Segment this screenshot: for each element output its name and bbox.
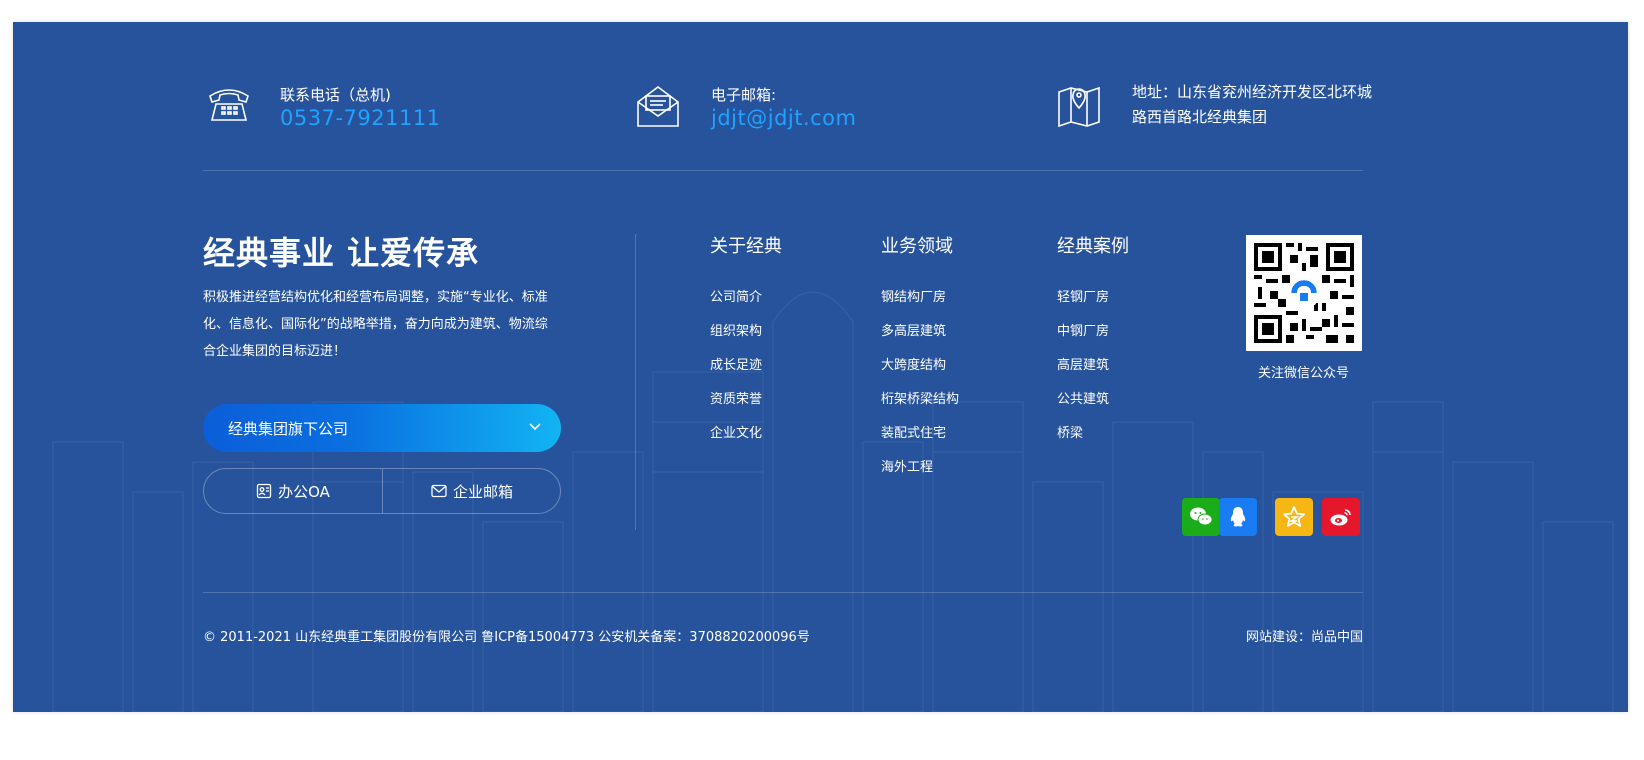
link-public-building[interactable]: 公共建筑 <box>1057 388 1109 407</box>
link-company-profile[interactable]: 公司简介 <box>710 286 762 305</box>
link-column-about: 关于经典 公司简介 组织架构 成长足迹 资质荣誉 企业文化 <box>710 232 782 441</box>
enterprise-mail-label: 企业邮箱 <box>452 482 513 501</box>
address-text: 地址：山东省兖州经济开发区北环城路西首路北经典集团 <box>1132 83 1373 126</box>
qq-button[interactable] <box>1219 498 1257 536</box>
chevron-down-icon <box>529 423 541 431</box>
subsidiary-dropdown[interactable]: 经典集团旗下公司 <box>203 404 561 452</box>
qq-penguin-icon <box>1230 507 1246 527</box>
weibo-button[interactable] <box>1322 498 1360 536</box>
column-title-about: 关于经典 <box>710 236 782 257</box>
link-steel-plant[interactable]: 钢结构厂房 <box>881 286 946 305</box>
phone-number[interactable]: 0537-7921111 <box>280 106 441 130</box>
slogan-heading: 经典事业 让爱传承 <box>203 234 480 272</box>
star-icon <box>1283 506 1305 527</box>
wechat-button[interactable] <box>1182 498 1220 536</box>
link-bridge[interactable]: 桥梁 <box>1057 422 1083 441</box>
link-column-business: 业务领域 钢结构厂房 多高层建筑 大跨度结构 桁架桥梁结构 装配式住宅 海外工程 <box>881 232 959 475</box>
quick-links-bar: 办公OA 企业邮箱 <box>203 468 561 514</box>
enterprise-mail-button[interactable]: 企业邮箱 <box>383 469 561 513</box>
column-title-business: 业务领域 <box>881 236 953 257</box>
link-culture[interactable]: 企业文化 <box>710 422 762 441</box>
link-truss-bridge[interactable]: 桁架桥梁结构 <box>881 388 959 407</box>
weibo-icon <box>1330 509 1351 526</box>
mail-icon <box>431 484 447 498</box>
telephone-icon <box>209 89 249 121</box>
link-high-building[interactable]: 高层建筑 <box>1057 354 1109 373</box>
site-credit-link[interactable]: 网站建设：尚品中国 <box>1246 626 1363 645</box>
link-medium-steel[interactable]: 中钢厂房 <box>1057 320 1109 339</box>
phone-label: 联系电话（总机) <box>280 86 391 104</box>
link-column-cases: 经典案例 轻钢厂房 中钢厂房 高层建筑 公共建筑 桥梁 <box>1057 232 1129 441</box>
copyright-text: © 2011-2021 山东经典重工集团股份有限公司 鲁ICP备15004773… <box>203 630 810 645</box>
id-card-icon <box>256 483 272 499</box>
map-pin-icon <box>1058 86 1100 128</box>
envelope-icon <box>637 86 679 127</box>
qr-caption: 关注微信公众号 <box>1258 366 1350 381</box>
link-high-rise[interactable]: 多高层建筑 <box>881 320 946 339</box>
link-long-span[interactable]: 大跨度结构 <box>881 354 946 373</box>
link-overseas[interactable]: 海外工程 <box>881 456 933 475</box>
email-address[interactable]: jdjt@jdjt.com <box>711 106 857 130</box>
contact-divider <box>203 170 1363 171</box>
bottom-divider <box>203 592 1363 593</box>
favorite-button[interactable] <box>1275 498 1313 536</box>
link-history[interactable]: 成长足迹 <box>710 354 762 373</box>
company-description: 积极推进经营结构优化和经营布局调整，实施“专业化、标准化、信息化、国际化”的战略… <box>203 290 548 359</box>
link-light-steel[interactable]: 轻钢厂房 <box>1057 286 1109 305</box>
wechat-qr-code <box>1246 235 1362 351</box>
site-footer: 联系电话（总机) 0537-7921111 电子邮箱: jdjt@jdjt.co… <box>13 22 1628 712</box>
column-title-cases: 经典案例 <box>1057 236 1129 257</box>
office-oa-label: 办公OA <box>278 482 330 501</box>
link-organization[interactable]: 组织架构 <box>710 320 762 339</box>
subsidiary-dropdown-label: 经典集团旗下公司 <box>228 420 349 438</box>
link-prefab-housing[interactable]: 装配式住宅 <box>881 422 946 441</box>
qr-code-icon <box>1246 235 1362 351</box>
link-honors[interactable]: 资质荣誉 <box>710 388 762 407</box>
wechat-icon <box>1190 507 1213 526</box>
office-oa-button[interactable]: 办公OA <box>204 469 382 513</box>
email-label: 电子邮箱: <box>711 86 777 104</box>
intro-vertical-divider <box>635 234 636 530</box>
